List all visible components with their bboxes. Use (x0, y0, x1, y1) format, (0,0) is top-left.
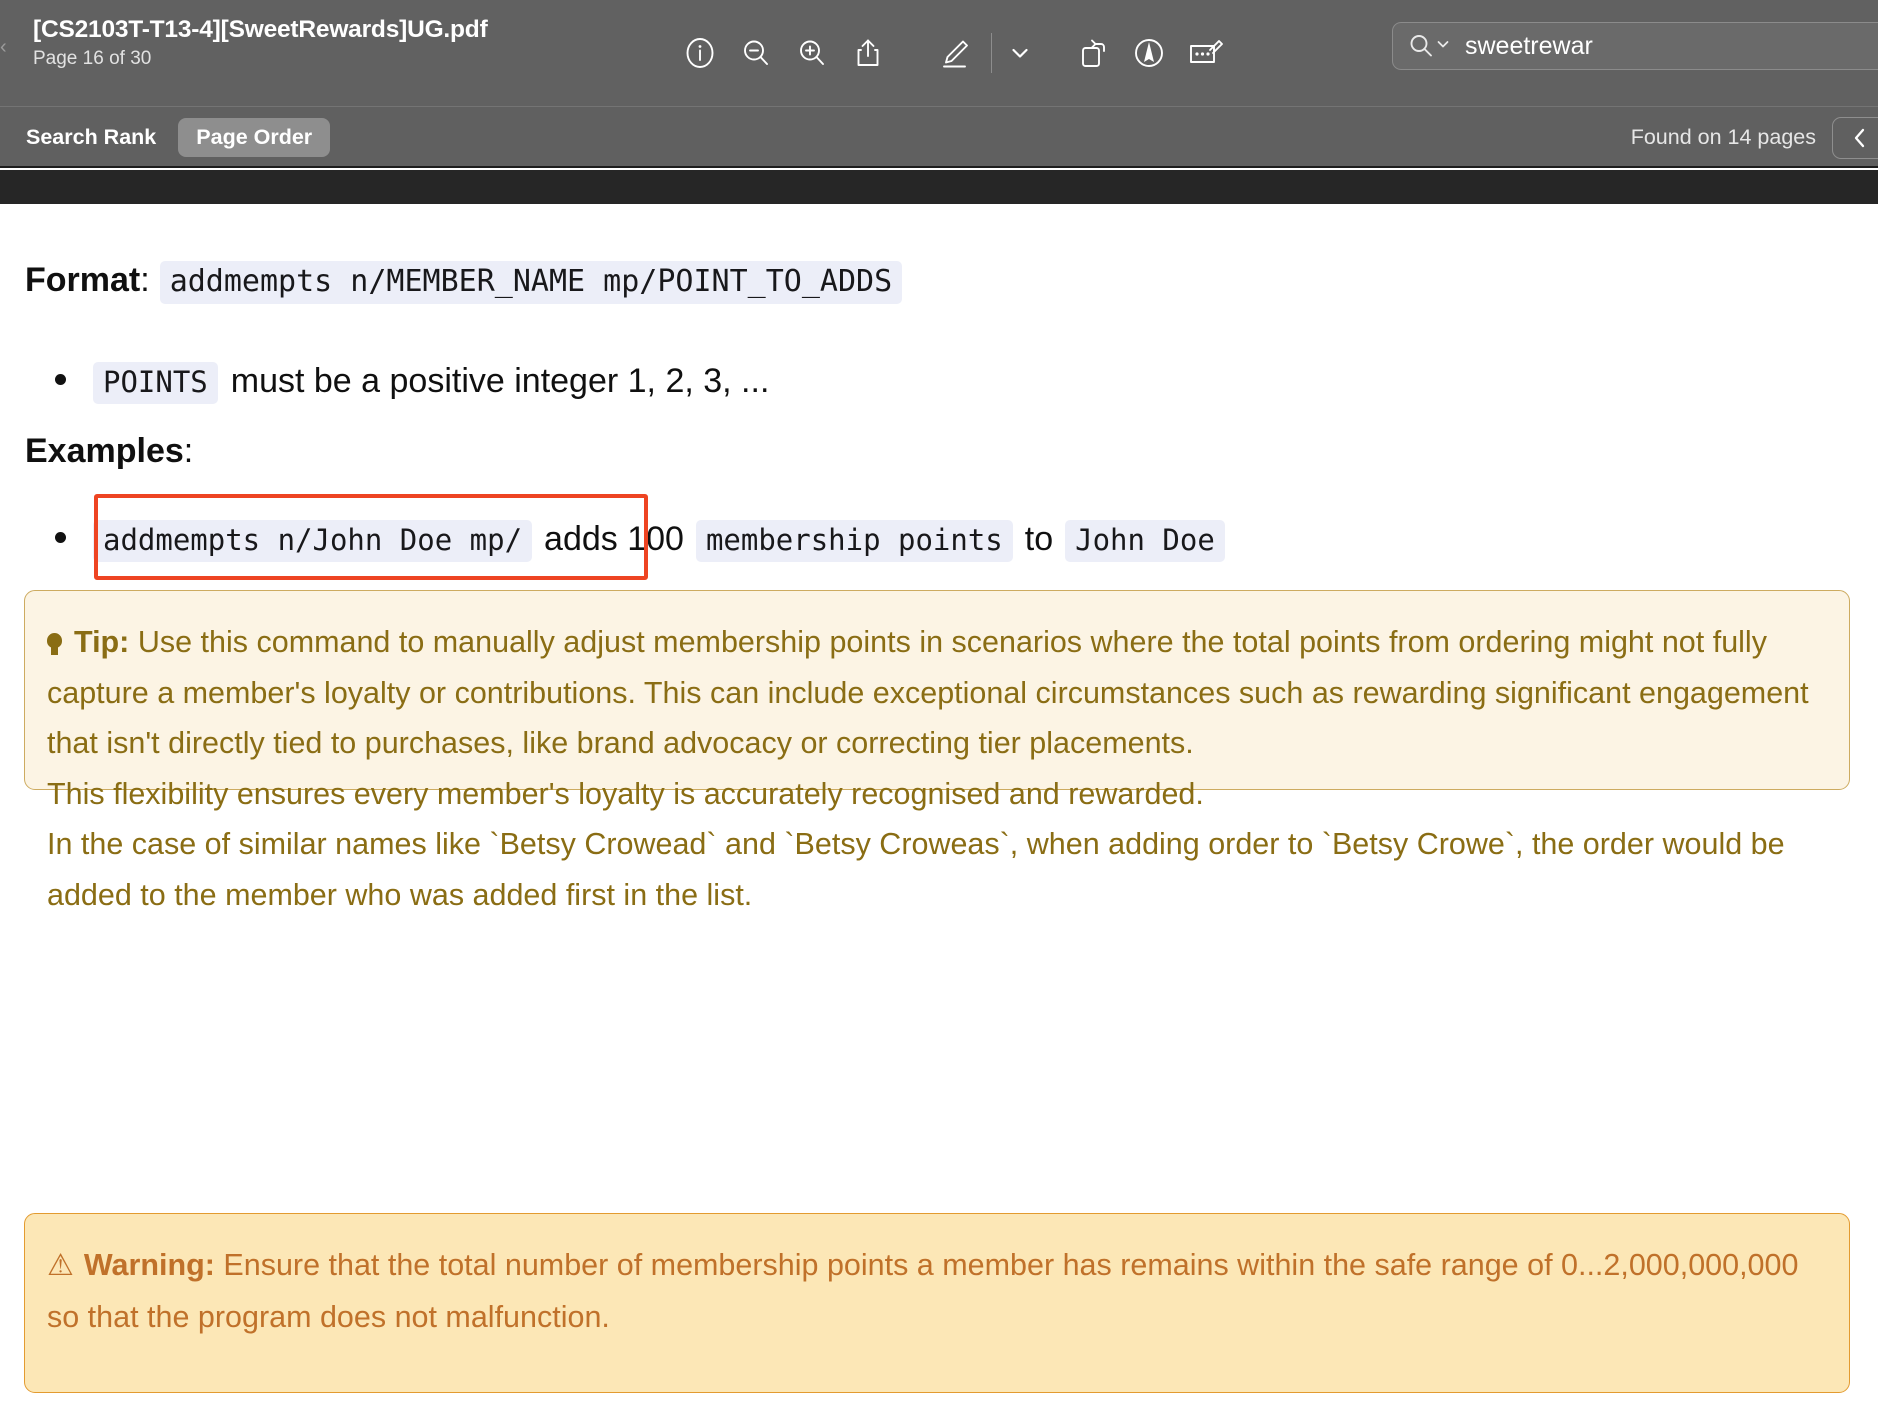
info-icon[interactable] (672, 25, 728, 81)
search-icon (1407, 32, 1435, 60)
examples-heading: Examples: (25, 432, 193, 471)
search-query-text: sweetrewar (1465, 31, 1593, 60)
warning-paragraph: ⚠ Warning: Ensure that the total number o… (47, 1240, 1823, 1342)
example-bullet-item: addmempts n/John Doe mp/ adds 100 member… (55, 520, 1225, 562)
found-count-label: Found on 14 pages (1630, 125, 1816, 149)
rotate-icon[interactable] (1065, 25, 1121, 81)
format-line: Format : addmempts n/MEMBER_NAME mp/POIN… (25, 261, 903, 304)
tip-body: Use this command to manually adjust memb… (47, 625, 1809, 760)
examples-colon: : (183, 432, 194, 470)
examples-label: Examples (25, 432, 184, 470)
search-results-subbar: Search Rank Page Order Found on 14 pages (0, 106, 1878, 168)
format-command-code: addmempts n/MEMBER_NAME mp/POINT_TO_ADDS (159, 261, 903, 304)
warning-callout: ⚠ Warning: Ensure that the total number o… (24, 1213, 1850, 1393)
page-indicator: Page 16 of 30 (33, 48, 152, 69)
sidebar-toggle-edge-icon[interactable]: ‹ (0, 36, 14, 58)
tip-callout: Tip: Use this command to manually adjust… (24, 590, 1850, 912)
example-points-code: membership points (695, 520, 1013, 562)
annotate-note-icon[interactable] (1177, 25, 1233, 81)
toolbar-divider (991, 33, 992, 73)
format-colon: : (140, 261, 150, 299)
tip-heading: Tip: (74, 625, 130, 659)
tip-paragraph-3: In the case of similar names like `Betsy… (47, 827, 1785, 912)
chevron-down-icon[interactable] (1001, 25, 1039, 81)
tip-paragraph-1: Tip: Use this command to manually adjust… (47, 617, 1823, 769)
markup-pen-icon[interactable] (926, 25, 982, 81)
document-title-block: [CS2103T-T13-4][SweetRewards]UG.pdf Page… (33, 16, 553, 70)
sort-page-order-button[interactable]: Page Order (178, 118, 331, 157)
warning-body: Ensure that the total number of membersh… (47, 1248, 1799, 1334)
chevron-left-icon[interactable] (1832, 117, 1878, 159)
sort-segmented-control: Search Rank Page Order (22, 118, 331, 157)
zoom-in-icon[interactable] (784, 25, 840, 81)
points-description: must be a positive integer 1, 2, 3, ... (230, 362, 770, 400)
pdf-toolbar: ‹ [CS2103T-T13-4][SweetRewards]UG.pdf Pa… (0, 0, 1878, 106)
points-code: POINTS (93, 362, 218, 404)
sign-icon[interactable] (1121, 25, 1177, 81)
page-title: [CS2103T-T13-4][SweetRewards]UG.pdf (33, 16, 488, 43)
format-label: Format (25, 261, 141, 299)
search-scope-chevron-down-icon[interactable] (1435, 36, 1451, 57)
tip-paragraph-2: This flexibility ensures every member's … (47, 776, 1204, 811)
example-text-adds: adds 100 (544, 520, 684, 558)
page-gap-strip (0, 170, 1878, 204)
toolbar-icon-row (672, 0, 1233, 106)
example-text-to: to (1024, 520, 1054, 558)
example-name-code: John Doe (1065, 520, 1225, 562)
warning-heading: Warning: (83, 1248, 215, 1282)
example-command-code: addmempts n/John Doe mp/ (93, 520, 533, 562)
lightbulb-icon (47, 633, 62, 655)
zoom-out-icon[interactable] (728, 25, 784, 81)
warning-triangle-icon: ⚠ (47, 1249, 74, 1282)
bullet-dot-icon (55, 374, 66, 385)
pdf-page-content: Format : addmempts n/MEMBER_NAME mp/POIN… (0, 204, 1878, 1421)
search-input[interactable]: sweetrewar (1392, 22, 1878, 70)
points-bullet-item: POINTS must be a positive integer 1, 2, … (55, 362, 769, 404)
share-icon[interactable] (840, 25, 896, 81)
sort-search-rank-button[interactable]: Search Rank (22, 118, 160, 157)
bullet-dot-icon (55, 532, 66, 543)
